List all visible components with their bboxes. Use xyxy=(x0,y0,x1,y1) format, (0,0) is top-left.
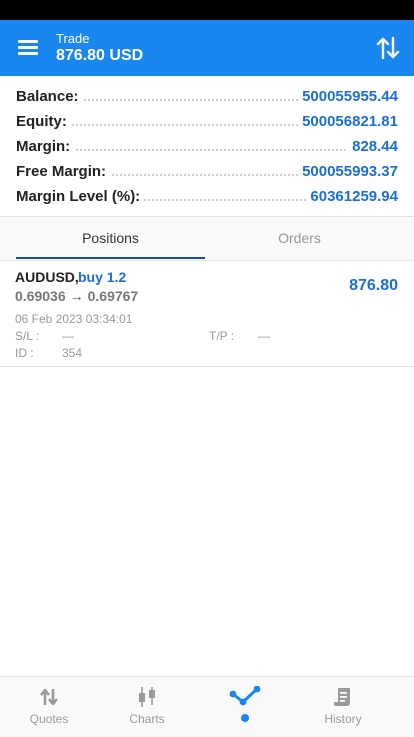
position-open-time: 06 Feb 2023 03:34:01 xyxy=(15,312,133,326)
margin-level-label: Margin Level (%): xyxy=(16,188,145,205)
active-tab-indicator xyxy=(16,257,205,259)
equity-row: Equity: 500056821.81 xyxy=(0,109,414,134)
id-label: ID : xyxy=(15,346,34,360)
margin-value: 828.44 xyxy=(348,138,398,155)
nav-charts[interactable]: Charts xyxy=(98,677,196,737)
price-arrow-icon: → xyxy=(69,288,84,304)
charts-icon xyxy=(139,687,155,707)
margin-level-value: 60361259.94 xyxy=(306,188,398,205)
nav-charts-label: Charts xyxy=(129,712,165,726)
page-title: Trade xyxy=(56,31,90,46)
position-action: buy 1.2 xyxy=(78,269,127,285)
margin-row: Margin: 828.44 xyxy=(0,134,414,159)
nav-trade[interactable] xyxy=(196,677,294,737)
history-icon xyxy=(334,688,350,706)
balance-label: Balance: xyxy=(16,88,83,105)
margin-label: Margin: xyxy=(16,138,75,155)
nav-quotes[interactable]: Quotes xyxy=(0,677,98,737)
position-prices: 0.69036 → 0.69767 xyxy=(15,288,138,304)
quotes-icon xyxy=(39,688,59,706)
tab-positions[interactable]: Positions xyxy=(16,217,205,260)
menu-button[interactable] xyxy=(12,32,44,64)
active-nav-indicator xyxy=(241,714,249,722)
tp-label: T/P : xyxy=(209,329,235,343)
free-margin-value: 500055993.37 xyxy=(298,163,398,180)
app-bar: Trade 876.80 USD xyxy=(0,20,414,76)
bottom-navigation: Quotes Charts History xyxy=(0,676,414,737)
page-subtitle-profit: 876.80 USD xyxy=(56,47,144,64)
margin-level-row: Margin Level (%): 60361259.94 xyxy=(0,184,414,209)
current-price: 0.69767 xyxy=(87,288,139,304)
balance-value: 500055955.44 xyxy=(298,88,398,105)
equity-label: Equity: xyxy=(16,113,71,130)
free-margin-label: Free Margin: xyxy=(16,163,111,180)
tab-bar: Positions Orders xyxy=(0,216,414,261)
sl-value: — xyxy=(62,329,74,343)
id-value: 354 xyxy=(62,346,83,360)
position-profit: 876.80 xyxy=(349,277,398,294)
equity-value: 500056821.81 xyxy=(298,113,398,130)
sort-button[interactable] xyxy=(374,34,402,62)
nav-history[interactable]: History xyxy=(294,677,392,737)
sort-icon xyxy=(376,36,400,60)
menu-icon xyxy=(18,40,38,43)
status-bar xyxy=(0,0,414,20)
sl-label: S/L : xyxy=(15,329,40,343)
position-symbol: AUDUSD, xyxy=(15,269,79,285)
account-summary: Balance: 500055955.44 Equity: 500056821.… xyxy=(0,84,414,209)
trade-icon xyxy=(229,686,261,706)
tp-value: — xyxy=(258,329,270,343)
free-margin-row: Free Margin: 500055993.37 xyxy=(0,159,414,184)
nav-history-label: History xyxy=(324,712,362,726)
nav-quotes-label: Quotes xyxy=(29,712,69,726)
tab-orders[interactable]: Orders xyxy=(205,217,394,260)
position-item[interactable]: AUDUSD, buy 1.2 0.69036 → 0.69767 876.80 0… xyxy=(0,260,414,367)
balance-row: Balance: 500055955.44 xyxy=(0,84,414,109)
open-price: 0.69036 xyxy=(15,288,66,304)
